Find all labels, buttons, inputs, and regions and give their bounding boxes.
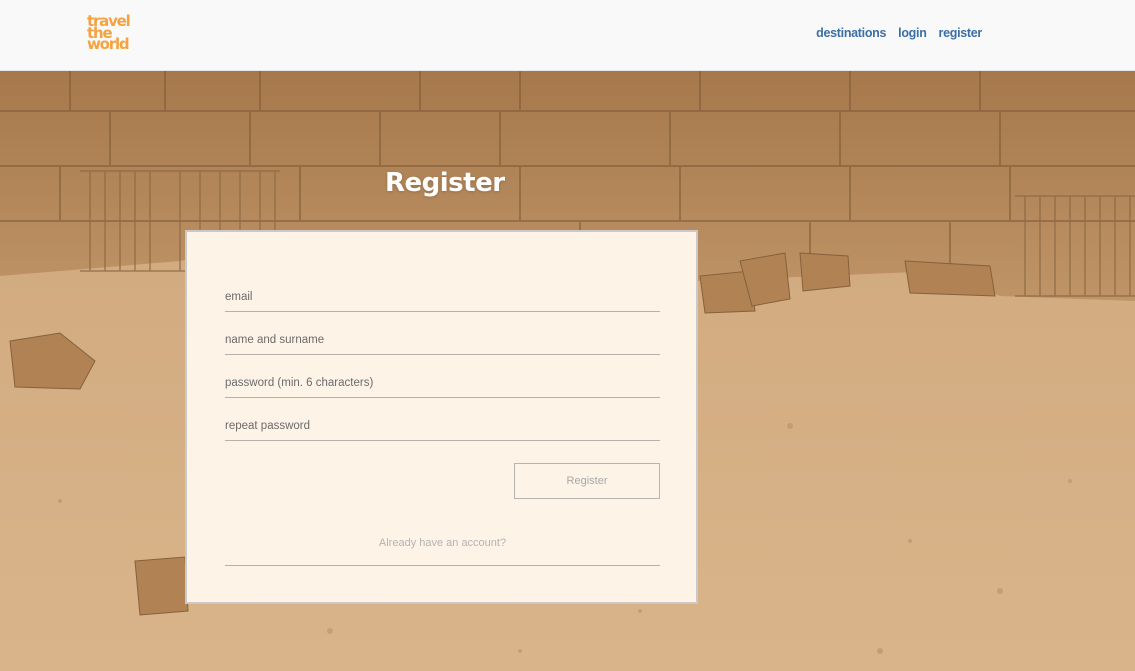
nav-register[interactable]: register [939,26,983,40]
name-surname-input[interactable] [225,334,660,346]
page-title: Register [385,168,505,198]
already-have-account-link[interactable]: Already have an account? [225,528,660,566]
password-field-container [225,355,660,398]
register-form: Register Already have an account? [185,230,698,604]
repeat-password-input[interactable] [225,420,660,432]
email-input[interactable] [225,291,660,303]
nav-login[interactable]: login [898,26,927,40]
logo[interactable]: travel the world [87,14,137,53]
password-input[interactable] [225,377,660,389]
email-field-container [225,269,660,312]
logo-line-world: world [87,35,130,53]
nav-destinations[interactable]: destinations [816,26,886,40]
name-field-container [225,312,660,355]
main-nav: destinations login register [816,26,982,40]
register-button[interactable]: Register [514,463,660,499]
site-header: travel the world destinations login regi… [0,0,1135,71]
repeat-password-field-container [225,398,660,441]
